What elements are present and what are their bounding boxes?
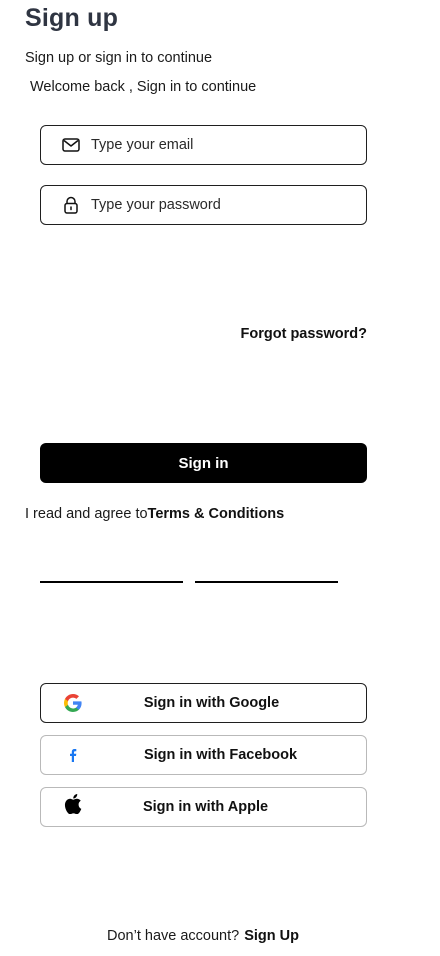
email-input[interactable] [91,137,341,153]
terms-prefix: I read and agree to [25,506,148,522]
page-subtitle: Sign up or sign in to continue [25,50,213,66]
lock-icon [61,195,81,215]
sign-up-footer: Don’t have account? Sign Up [0,928,406,944]
google-sign-in-button[interactable]: Sign in with Google [40,683,367,723]
top-edge [0,0,440,3]
password-field[interactable] [40,185,367,225]
password-input[interactable] [91,197,341,213]
terms-row: I read and agree to Terms & Conditions [25,506,284,522]
apple-sign-in-button[interactable]: Sign in with Apple [40,787,367,827]
page-title: Sign up [25,4,119,32]
google-sign-in-label: Sign in with Google [143,695,280,711]
divider-right [195,581,338,583]
divider-left [40,581,183,583]
facebook-sign-in-label: Sign in with Facebook [143,747,298,763]
no-account-text: Don’t have account? [107,928,240,944]
sign-up-screen: Sign up Sign up or sign in to continue W… [0,0,440,956]
mail-icon [61,135,81,155]
forgot-password-link[interactable]: Forgot password? [241,326,367,342]
sign-in-button[interactable]: Sign in [40,443,367,483]
welcome-text: Welcome back , Sign in to continue [30,79,257,95]
email-field[interactable] [40,125,367,165]
sign-up-link[interactable]: Sign Up [244,928,299,944]
facebook-sign-in-button[interactable]: Sign in with Facebook [40,735,367,775]
apple-sign-in-label: Sign in with Apple [142,799,269,815]
terms-link[interactable]: Terms & Conditions [148,506,285,522]
